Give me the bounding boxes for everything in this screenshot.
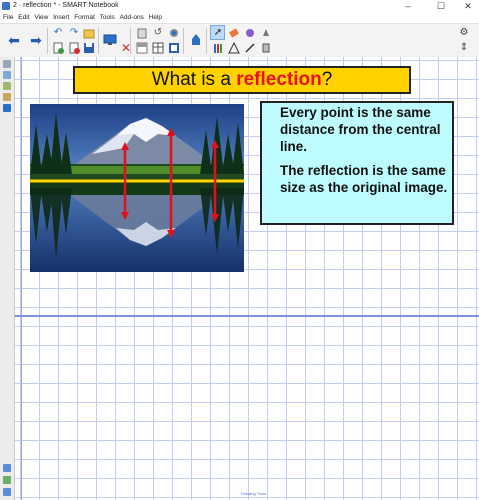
menu-tools[interactable]: Tools xyxy=(100,13,115,23)
properties-icon[interactable] xyxy=(3,93,11,101)
menu-help[interactable]: Help xyxy=(149,13,162,23)
menu-view[interactable]: View xyxy=(34,13,48,23)
toolbar-move-icon[interactable]: ⇕ xyxy=(458,42,470,54)
auto-hide-icon[interactable] xyxy=(3,476,11,484)
window-title: 2 · reflection * - SMART Notebook xyxy=(13,2,119,9)
document-camera-icon[interactable] xyxy=(168,27,180,39)
notebook-page-canvas[interactable]: What is a reflection? Every point is the… xyxy=(15,57,479,500)
open-file-icon[interactable] xyxy=(83,27,95,39)
menu-insert[interactable]: Insert xyxy=(53,13,69,23)
definition-point-distance: Every point is the same distance from th… xyxy=(280,105,441,154)
undo-icon[interactable]: ↶ xyxy=(52,27,64,39)
definition-textbox[interactable]: Every point is the same distance from th… xyxy=(260,101,454,225)
add-page-icon[interactable] xyxy=(52,42,64,54)
page-left-margin xyxy=(21,57,22,500)
menu-addons[interactable]: Add-ons xyxy=(120,13,144,23)
paste-icon[interactable] xyxy=(136,27,148,39)
table-icon[interactable] xyxy=(152,42,164,54)
fill-icon[interactable] xyxy=(260,27,272,39)
smart-notebook-app-icon xyxy=(2,2,10,10)
minimize-button[interactable]: – xyxy=(397,0,419,13)
title-bar: 2 · reflection * - SMART Notebook – ☐ ✕ xyxy=(0,0,479,13)
delete-icon[interactable]: ✕ xyxy=(120,42,132,54)
addons-icon[interactable] xyxy=(3,104,11,112)
heading-text-end: ? xyxy=(321,69,333,90)
panel-side-icon[interactable] xyxy=(3,488,11,496)
lines-icon[interactable] xyxy=(244,42,256,54)
save-icon[interactable] xyxy=(83,42,95,54)
panel-collapse-icon[interactable] xyxy=(3,464,11,472)
menu-format[interactable]: Format xyxy=(74,13,95,23)
shapes-icon[interactable] xyxy=(228,41,240,54)
fullscreen-icon[interactable] xyxy=(168,42,180,54)
gallery-icon[interactable] xyxy=(3,71,11,79)
attachments-icon[interactable] xyxy=(3,82,11,90)
redo-icon[interactable]: ↷ xyxy=(68,27,80,39)
pens-icon[interactable] xyxy=(212,42,224,54)
creative-pen-icon[interactable] xyxy=(244,27,256,39)
page-sorter-icon[interactable] xyxy=(3,60,11,68)
page-bottom-label: Drawing Tools xyxy=(241,491,267,496)
heading-highlight-word: reflection xyxy=(236,69,322,90)
page-break-line xyxy=(15,315,479,317)
main-toolbar: ⬅ ➡ ↶ ↷ ↺ ✕ ➚ ⚙ ⇕ xyxy=(0,23,479,59)
highlighter-icon[interactable] xyxy=(260,42,272,54)
eraser-icon[interactable] xyxy=(228,27,240,39)
definition-point-size: The reflection is the same size as the o… xyxy=(280,163,448,195)
slide-heading[interactable]: What is a reflection? xyxy=(73,66,411,94)
close-button[interactable]: ✕ xyxy=(457,0,479,13)
forward-arrow-icon[interactable]: ➡ xyxy=(30,33,42,47)
side-panel xyxy=(0,57,15,500)
screen-display-icon[interactable] xyxy=(103,34,117,46)
back-arrow-icon[interactable]: ⬅ xyxy=(8,33,20,47)
menu-bar: File Edit View Insert Format Tools Add-o… xyxy=(0,13,479,23)
maximize-button[interactable]: ☐ xyxy=(430,0,452,13)
menu-edit[interactable]: Edit xyxy=(18,13,29,23)
gear-icon[interactable]: ⚙ xyxy=(458,27,470,39)
menu-file[interactable]: File xyxy=(3,13,13,23)
screen-shade-icon[interactable] xyxy=(136,42,148,54)
reset-page-icon[interactable]: ↺ xyxy=(152,27,164,39)
delete-page-icon[interactable] xyxy=(68,42,80,54)
select-arrow-icon[interactable]: ➚ xyxy=(212,27,224,39)
heading-text-start: What is a xyxy=(151,69,237,90)
reflection-photo[interactable] xyxy=(30,104,244,272)
move-tool-icon[interactable] xyxy=(190,34,202,46)
